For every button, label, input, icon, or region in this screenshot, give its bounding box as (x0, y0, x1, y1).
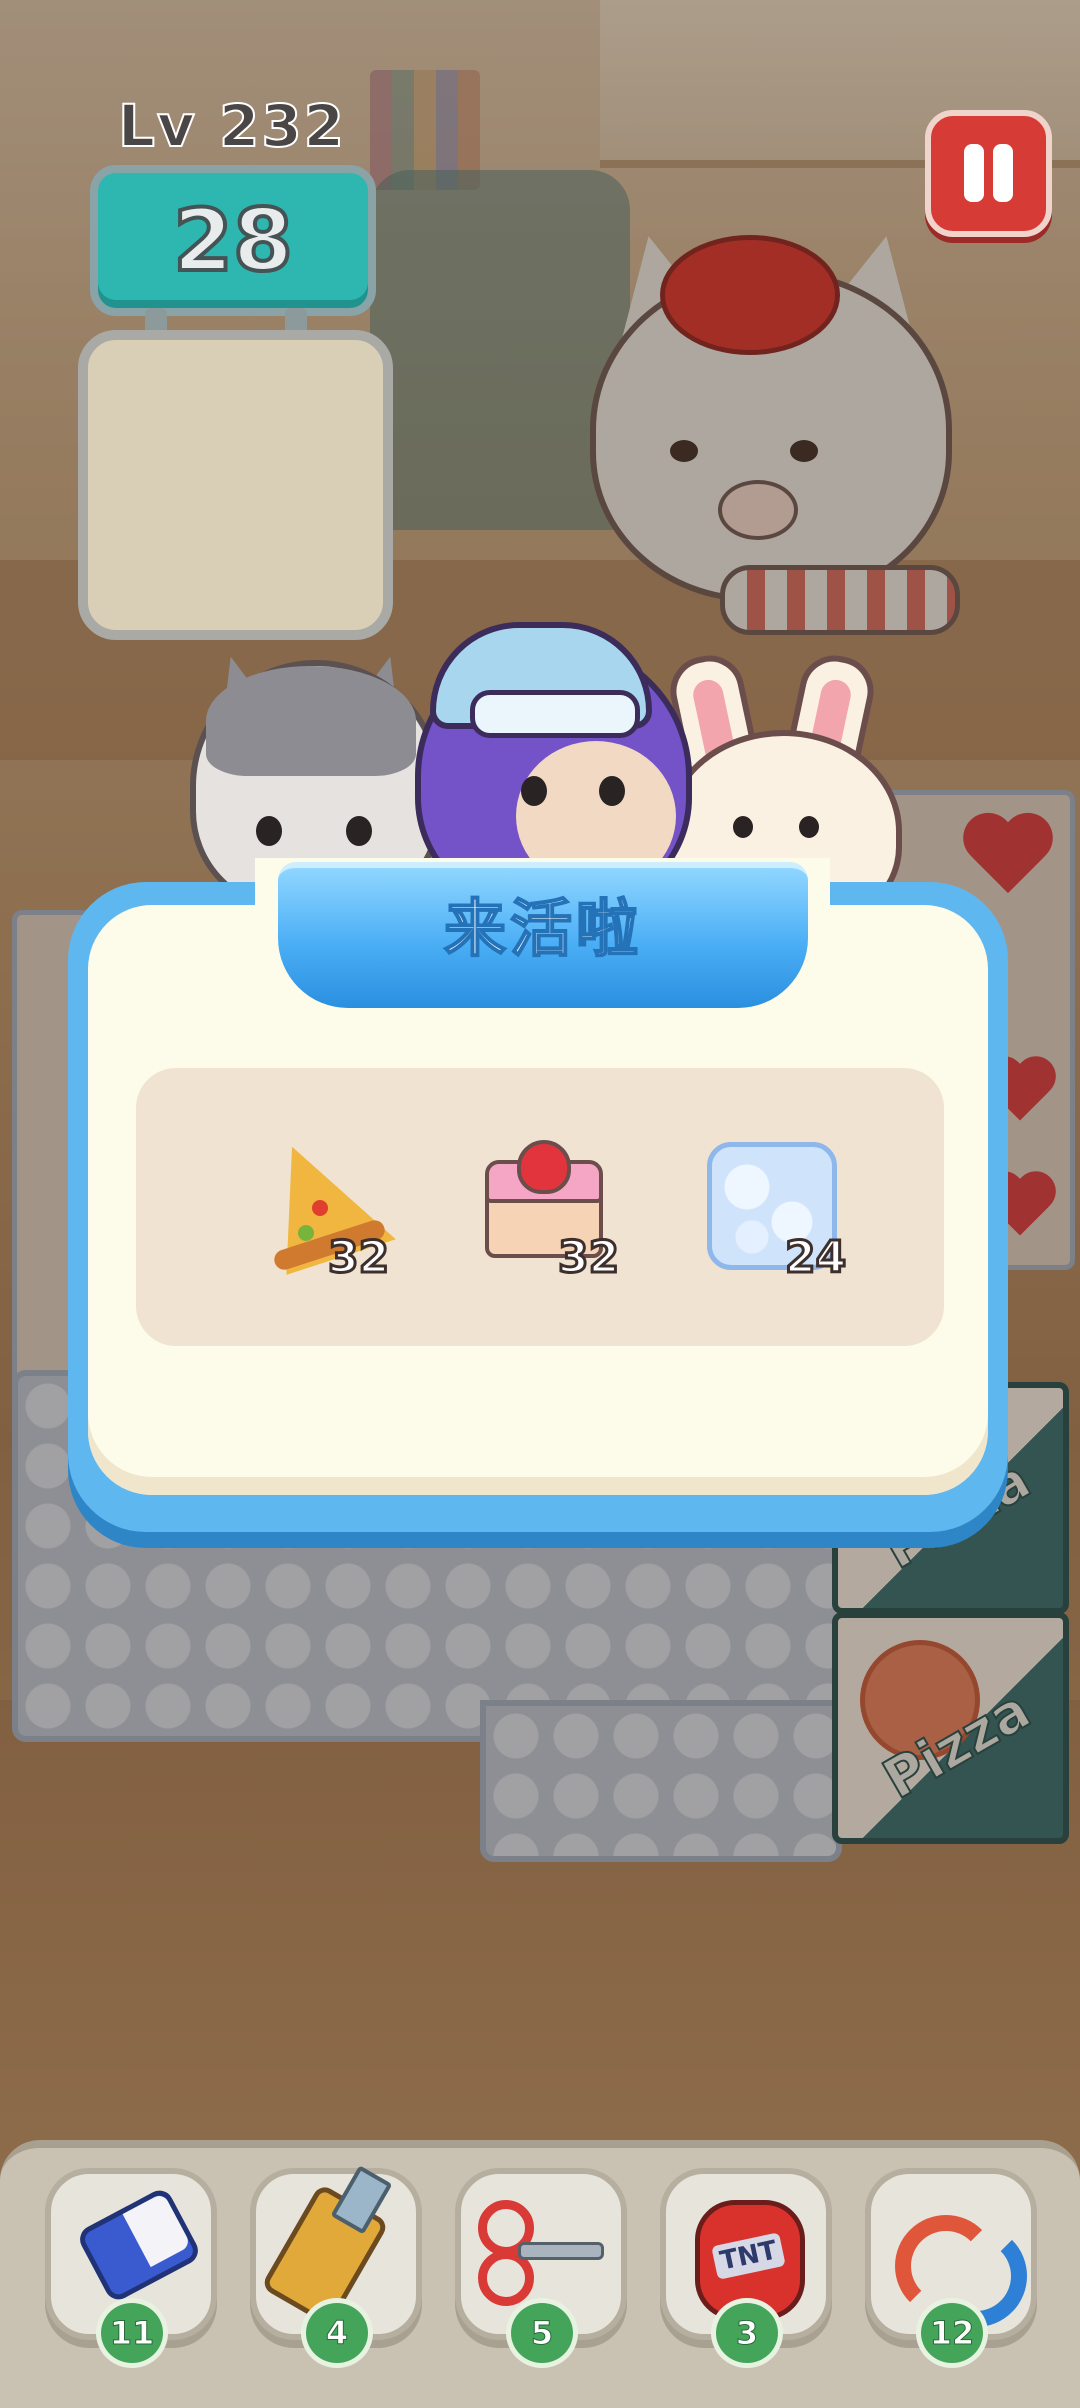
strawberry-icon (517, 1140, 571, 1194)
bunny-eye (733, 816, 753, 838)
scissors-blade (518, 2242, 604, 2260)
husky-eye (256, 816, 282, 846)
purple-cat-eye (599, 776, 625, 806)
husky-eye (346, 816, 372, 846)
shuffle-count-badge: 12 (916, 2298, 988, 2368)
bunny-eye (799, 816, 819, 838)
moves-counter: 28 (90, 165, 376, 316)
pause-button[interactable] (925, 110, 1052, 237)
scissors-icon (478, 2200, 604, 2306)
eraser-count-badge: 11 (96, 2298, 168, 2368)
level-label: Lv 232 (117, 91, 347, 161)
pepperoni (312, 1200, 328, 1216)
goal-count-bubble: 24 (783, 1231, 847, 1285)
husky-mask (206, 666, 416, 776)
moves-count: 28 (171, 189, 295, 293)
scissors-count-badge: 5 (506, 2298, 578, 2368)
goal-count-cake: 32 (556, 1231, 620, 1285)
dialog-title: 来活啦 (443, 891, 642, 966)
shuffle-icon (895, 2205, 1027, 2327)
purple-cat-eye (521, 776, 547, 806)
nightcap-band (470, 690, 640, 738)
pepper (298, 1225, 314, 1241)
goal-panel (78, 330, 393, 640)
knife-count-badge: 4 (301, 2298, 373, 2368)
goal-count-pizza: 32 (326, 1231, 390, 1285)
tnt-count-badge: 3 (711, 2298, 783, 2368)
